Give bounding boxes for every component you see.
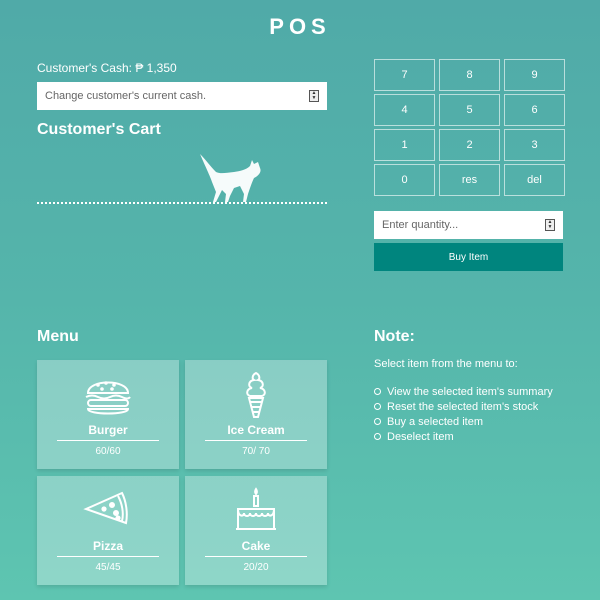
menu-grid: Burger 60/60 Ice Cream 70/ 70 Pizza 45/4…	[37, 360, 327, 585]
cash-spinner[interactable]: ▲ ▼	[309, 90, 319, 102]
key-8[interactable]: 8	[439, 59, 500, 91]
menu-item-name: Pizza	[57, 539, 159, 557]
key-delete[interactable]: del	[504, 164, 565, 196]
app-title: POS	[269, 14, 331, 39]
cake-icon	[236, 487, 276, 530]
key-6[interactable]: 6	[504, 94, 565, 126]
note-list-item-label: Reset the selected item's stock	[387, 400, 539, 413]
bullet-circle-icon	[374, 388, 381, 395]
menu-item-burger[interactable]: Burger 60/60	[37, 360, 179, 469]
buy-item-button[interactable]: Buy Item	[374, 243, 563, 271]
key-9[interactable]: 9	[504, 59, 565, 91]
list-item: Reset the selected item's stock	[374, 399, 553, 414]
note-heading: Note:	[374, 328, 415, 345]
list-item: Buy a selected item	[374, 414, 553, 429]
keypad: 7 8 9 4 5 6 1 2 3 0 res del	[374, 59, 565, 196]
quantity-input-box: ▲▼	[374, 211, 563, 239]
quantity-spinner[interactable]: ▲ ▼	[545, 219, 555, 231]
key-5[interactable]: 5	[439, 94, 500, 126]
cash-input-box: ▲▼	[37, 82, 327, 110]
cart-divider	[37, 202, 327, 204]
key-7[interactable]: 7	[374, 59, 435, 91]
menu-item-stock: 45/45	[95, 562, 121, 573]
note-list: View the selected item's summary Reset t…	[374, 384, 553, 444]
menu-heading: Menu	[37, 328, 79, 345]
bullet-circle-icon	[374, 418, 381, 425]
list-item: Deselect item	[374, 429, 553, 444]
cart-heading: Customer's Cart	[37, 121, 161, 138]
cash-input[interactable]	[37, 90, 309, 102]
menu-item-stock: 60/60	[95, 446, 121, 457]
menu-item-stock: 70/ 70	[242, 446, 270, 457]
pizza-icon	[83, 491, 128, 525]
menu-item-ice-cream[interactable]: Ice Cream 70/ 70	[185, 360, 327, 469]
ice-cream-icon	[246, 371, 266, 418]
customer-cash-label: Customer's Cash: ₱ 1,350	[37, 61, 177, 75]
menu-item-stock: 20/20	[243, 562, 269, 573]
key-3[interactable]: 3	[504, 129, 565, 161]
cat-illustration	[200, 154, 261, 202]
note-list-item-label: Deselect item	[387, 430, 454, 443]
key-2[interactable]: 2	[439, 129, 500, 161]
bullet-circle-icon	[374, 433, 381, 440]
menu-item-pizza[interactable]: Pizza 45/45	[37, 476, 179, 585]
menu-item-name: Burger	[57, 423, 159, 441]
key-4[interactable]: 4	[374, 94, 435, 126]
note-text: Select item from the menu to:	[374, 358, 518, 370]
menu-item-name: Cake	[205, 539, 307, 557]
menu-item-name: Ice Cream	[205, 423, 307, 441]
menu-item-cake[interactable]: Cake 20/20	[185, 476, 327, 585]
burger-icon	[85, 381, 131, 415]
key-reset[interactable]: res	[439, 164, 500, 196]
key-0[interactable]: 0	[374, 164, 435, 196]
quantity-input[interactable]	[374, 219, 545, 231]
note-list-item-label: View the selected item's summary	[387, 385, 553, 398]
note-list-item-label: Buy a selected item	[387, 415, 483, 428]
list-item: View the selected item's summary	[374, 384, 553, 399]
bullet-circle-icon	[374, 403, 381, 410]
key-1[interactable]: 1	[374, 129, 435, 161]
